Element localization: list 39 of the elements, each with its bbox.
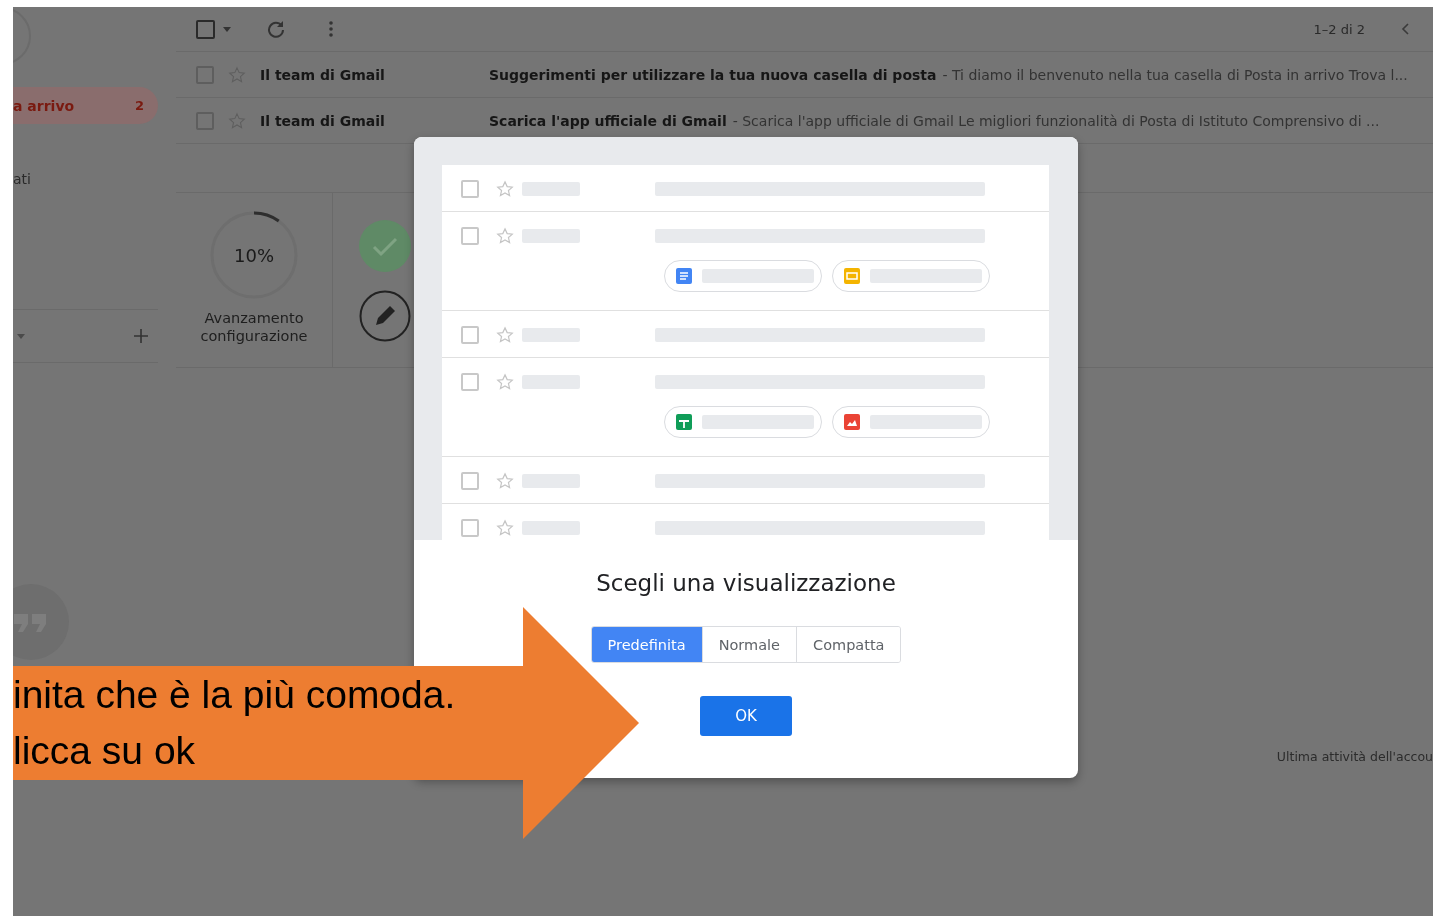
file-icon xyxy=(676,268,692,284)
sidebar-item[interactable]: ati xyxy=(13,160,158,197)
email-subject: Scarica l'app ufficiale di Gmail xyxy=(489,112,727,129)
star-icon xyxy=(496,226,514,245)
email-sender: Il team di Gmail xyxy=(260,66,386,83)
progress-caption: Avanzamento configurazione xyxy=(199,309,309,345)
email-snippet: - Ti diamo il benvenuto nella tua casella di Posta in arrivo Trova l... xyxy=(942,66,1408,83)
view-option[interactable]: Compatta xyxy=(796,627,901,662)
callout-text: inita che è la più comoda. xyxy=(13,672,457,718)
pencil-circle-icon[interactable] xyxy=(359,290,411,342)
star-icon xyxy=(496,518,514,537)
view-option[interactable]: Predefinita xyxy=(591,627,702,662)
add-icon[interactable] xyxy=(134,329,148,343)
check-circle-icon[interactable] xyxy=(359,220,411,272)
dialog-title: Scegli una visualizzazione xyxy=(596,570,896,596)
star-icon xyxy=(496,471,514,490)
email-snippet: - Scarica l'app ufficiale di Gmail Le migliori funzionalità di Posta di Istituto Comprensivo di ... xyxy=(732,112,1380,129)
unread-count: 2 xyxy=(134,98,144,113)
file-icon xyxy=(676,414,692,430)
sidebar-item[interactable]: a arrivo 2 xyxy=(13,87,158,124)
progress-reading: 10% xyxy=(234,244,274,266)
callout-text: licca su ok xyxy=(13,728,197,774)
file-icon xyxy=(844,268,860,284)
star-icon xyxy=(496,325,514,344)
caret-icon[interactable] xyxy=(223,26,231,32)
page-info: 1–2 di 2 xyxy=(1313,21,1365,37)
more-icon[interactable] xyxy=(329,21,333,37)
select-checkbox[interactable] xyxy=(196,19,215,39)
quote-bubble-icon[interactable] xyxy=(13,584,69,660)
chevron-left-icon[interactable] xyxy=(1401,23,1409,35)
ok-button[interactable]: OK xyxy=(700,696,792,736)
star-icon xyxy=(496,179,514,198)
email-sender: Il team di Gmail xyxy=(260,112,386,129)
file-icon xyxy=(844,414,860,430)
caret-icon[interactable] xyxy=(17,333,25,339)
refresh-icon[interactable] xyxy=(267,20,285,38)
last-activity-text: Ultima attività dell'accou xyxy=(1276,749,1433,764)
star-icon xyxy=(496,372,514,391)
email-subject: Suggerimenti per utilizzare la tua nuova casella di posta xyxy=(489,66,937,83)
